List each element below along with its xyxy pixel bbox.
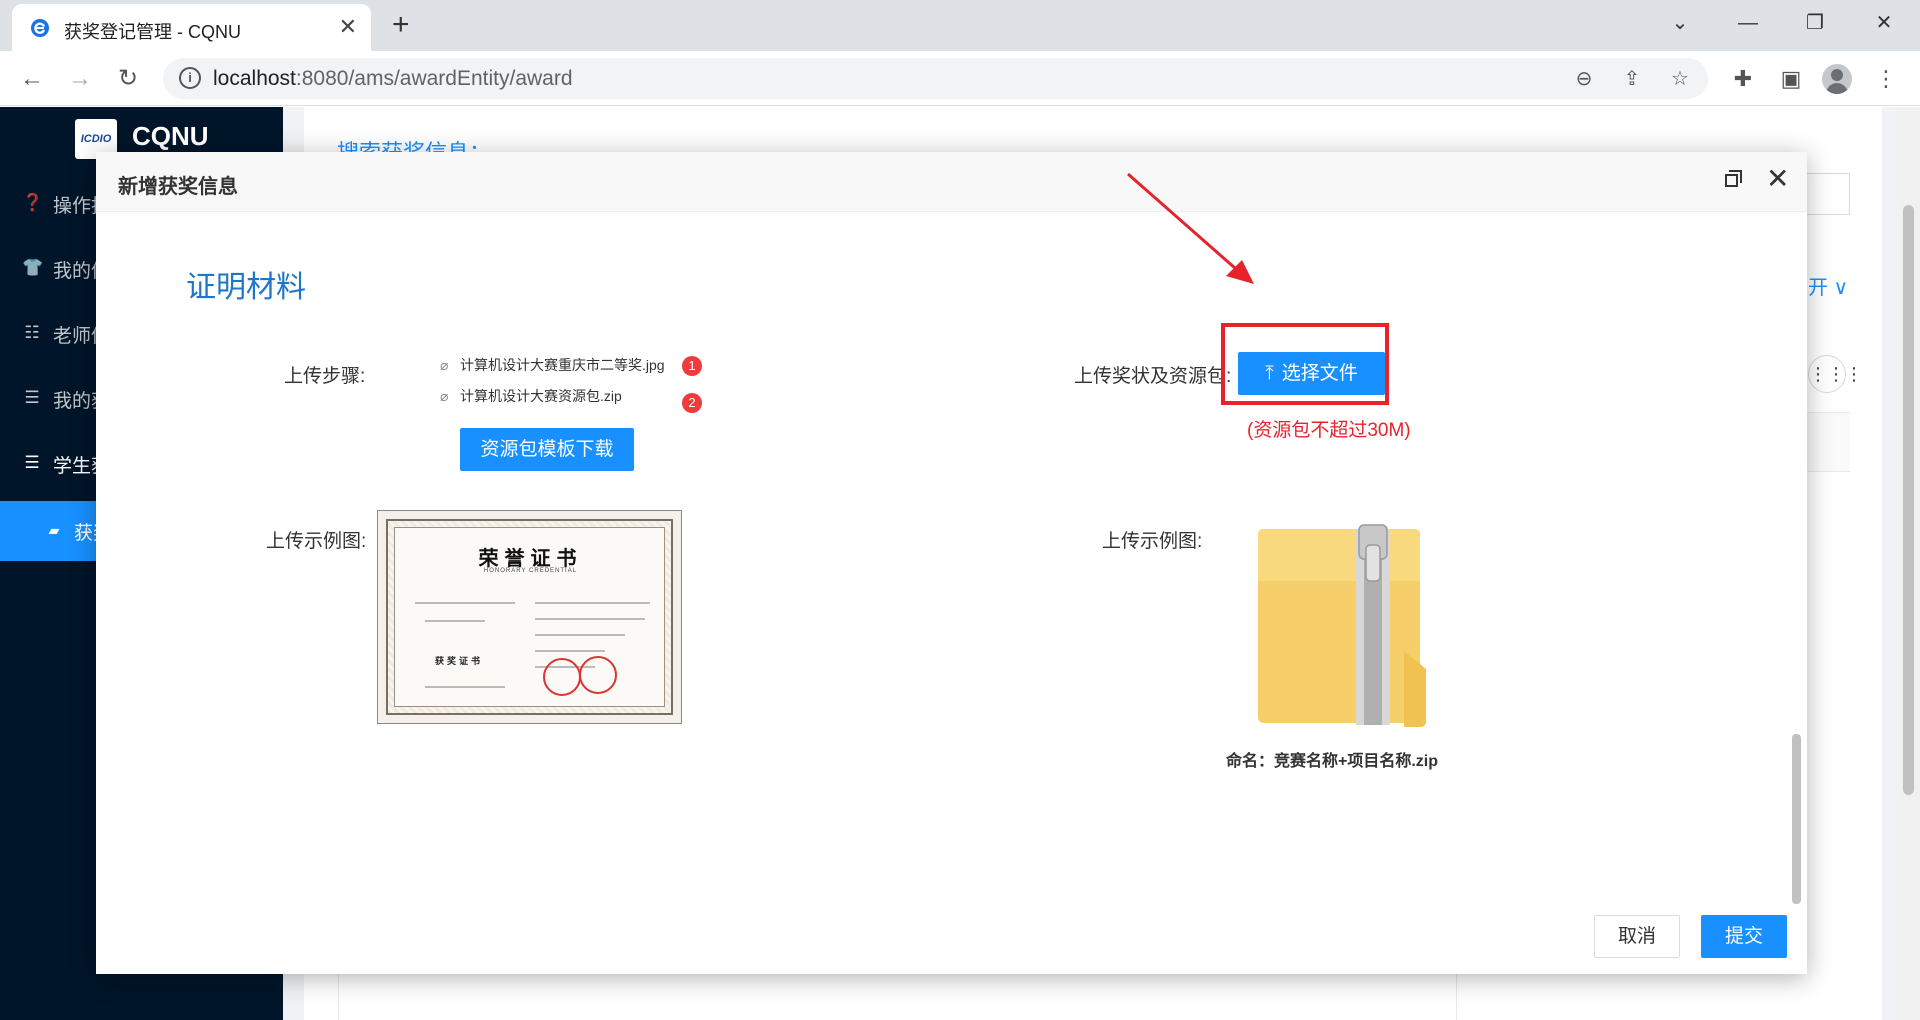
zip-folder-icon <box>1258 524 1426 727</box>
cancel-button[interactable]: 取消 <box>1594 915 1680 958</box>
site-favicon-icon <box>31 19 49 37</box>
url-text[interactable]: localhost:8080/ams/awardEntity/award <box>213 67 573 91</box>
step-badge-2: 2 <box>682 393 702 413</box>
minimize-button[interactable]: — <box>1728 8 1768 38</box>
example-label-right: 上传示例图: <box>1102 531 1203 552</box>
back-arrow-icon[interactable]: ← <box>16 63 48 95</box>
forward-arrow-icon[interactable]: → <box>64 63 96 95</box>
zoom-out-icon[interactable]: ⊖ <box>1571 66 1597 92</box>
page-scrollbar-thumb[interactable] <box>1903 205 1914 795</box>
folder-icon: ▰ <box>48 522 60 538</box>
section-title: 证明材料 <box>186 271 306 304</box>
expand-toggle[interactable]: 开 ∨ <box>1808 271 1848 300</box>
menu-icon: ☰ <box>24 453 40 472</box>
paperclip-icon: ⌀ <box>440 388 449 404</box>
maximize-icon[interactable] <box>1725 170 1743 188</box>
submit-button[interactable]: 提交 <box>1701 915 1787 958</box>
download-template-button[interactable]: 资源包模板下载 <box>460 428 634 471</box>
upload-steps-label: 上传步骤: <box>284 366 366 387</box>
side-panel-icon[interactable]: ▣ <box>1775 63 1807 95</box>
extensions-puzzle-icon[interactable]: ✚ <box>1727 63 1759 95</box>
menu-icon: ☰ <box>24 388 40 407</box>
share-icon[interactable]: ⇪ <box>1619 66 1645 92</box>
browser-tab-strip: 获奖登记管理 - CQNU ✕ + ⌄ — ❐ ✕ <box>0 0 1920 51</box>
certificate-example-image: 荣誉证书 HONORARY CREDENTIAL 获奖证书 <box>377 510 682 724</box>
certificate-award-text: 获奖证书 <box>435 656 484 666</box>
tab-close-icon[interactable]: ✕ <box>339 14 357 40</box>
certificate-title: 荣誉证书 <box>478 546 583 570</box>
tab-title: 获奖登记管理 - CQNU <box>64 22 241 42</box>
shirt-icon: 👕 <box>22 258 44 277</box>
address-bar[interactable]: i localhost:8080/ams/awardEntity/award ⊖… <box>163 58 1708 99</box>
browser-tab[interactable]: 获奖登记管理 - CQNU ✕ <box>12 4 371 51</box>
column-settings-grid-icon[interactable]: ⋮⋮⋮ <box>1808 355 1863 393</box>
page-scrollbar[interactable] <box>1897 107 1920 1020</box>
modal-title: 新增获奖信息 <box>118 176 238 198</box>
step-file-link-1[interactable]: ⌀ 计算机设计大赛重庆市二等奖.jpg <box>440 355 665 375</box>
red-seal-icon <box>579 656 617 694</box>
modal-header: 新增获奖信息 ✕ <box>96 152 1807 212</box>
example-label-left: 上传示例图: <box>266 531 367 552</box>
tab-search-chevron-icon[interactable]: ⌄ <box>1660 8 1700 38</box>
size-limit-note: (资源包不超过30M) <box>1247 420 1411 441</box>
upload-award-label: 上传奖状及资源包: <box>1074 366 1232 387</box>
step-badge-1: 1 <box>682 356 702 376</box>
red-seal-icon <box>543 658 581 696</box>
modal-close-icon[interactable]: ✕ <box>1766 165 1789 193</box>
step-file-link-2[interactable]: ⌀ 计算机设计大赛资源包.zip <box>440 386 622 406</box>
highlight-box <box>1221 323 1389 405</box>
modal-scrollbar[interactable] <box>1792 734 1801 904</box>
more-menu-icon[interactable]: ⋮ <box>1870 63 1902 95</box>
reload-icon[interactable]: ↻ <box>112 63 144 95</box>
profile-avatar[interactable] <box>1822 64 1852 94</box>
logo-text: CQNU <box>132 121 209 151</box>
browser-toolbar: ← → ↻ i localhost:8080/ams/awardEntity/a… <box>0 51 1920 106</box>
certificate-subtitle: HONORARY CREDENTIAL <box>483 568 578 574</box>
restore-button[interactable]: ❐ <box>1795 8 1835 38</box>
new-tab-button[interactable]: + <box>392 8 410 42</box>
question-circle-icon: ❓ <box>22 193 44 212</box>
annotation-arrow-icon <box>1127 172 1254 284</box>
list-icon: ☷ <box>24 323 40 342</box>
zip-naming-hint: 命名：竞赛名称+项目名称.zip <box>1226 753 1439 770</box>
paperclip-icon: ⌀ <box>440 357 449 373</box>
site-info-icon[interactable]: i <box>179 67 201 89</box>
window-close-button[interactable]: ✕ <box>1864 8 1904 38</box>
bookmark-star-icon[interactable]: ☆ <box>1667 66 1693 92</box>
add-award-modal: 新增获奖信息 ✕ 证明材料 上传步骤: ⌀ 计算机设计大赛重庆市二等奖.jpg 1… <box>96 152 1807 974</box>
